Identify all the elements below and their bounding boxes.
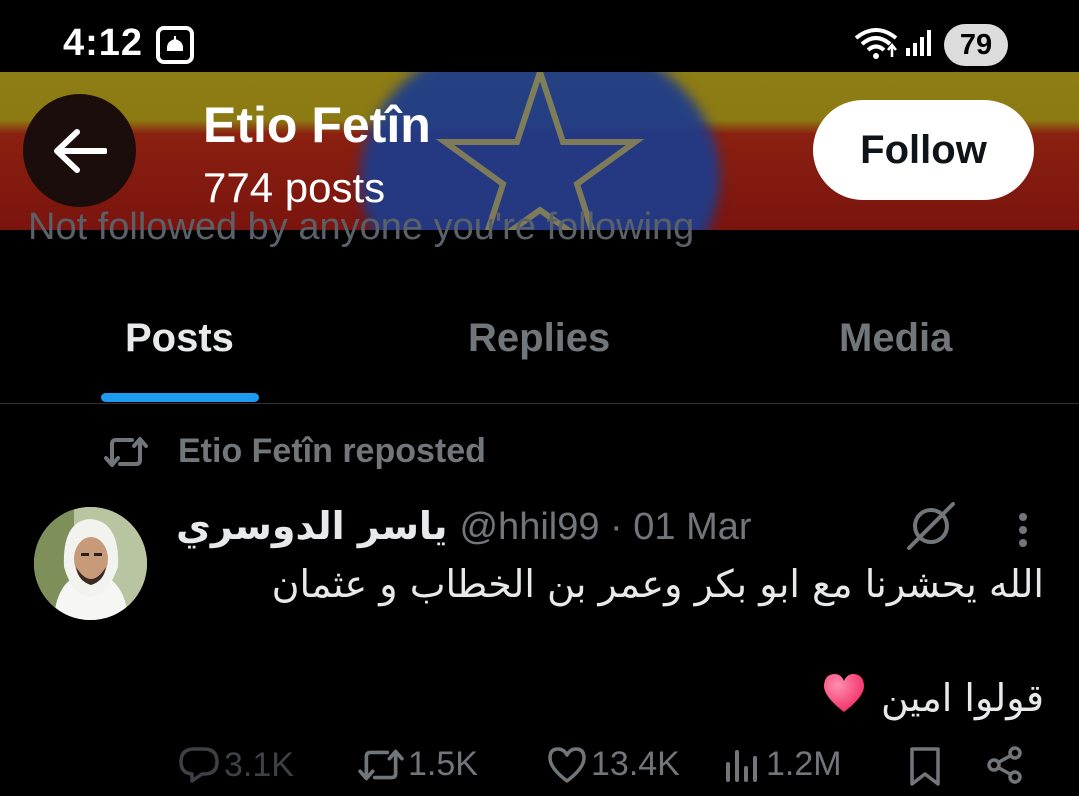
profile-tabs: Posts Replies Media bbox=[0, 290, 1079, 404]
repost-label: Etio Fetîn reposted bbox=[178, 432, 486, 470]
views-button[interactable]: 1.2M bbox=[724, 745, 842, 784]
active-tab-indicator bbox=[101, 393, 259, 402]
notification-app-icon bbox=[156, 26, 194, 64]
repost-context: Etio Fetîn reposted bbox=[104, 432, 486, 471]
more-icon[interactable] bbox=[1017, 512, 1029, 553]
like-icon bbox=[548, 746, 586, 783]
grok-icon[interactable] bbox=[905, 500, 957, 557]
bookmark-button[interactable] bbox=[908, 745, 942, 787]
followers-you-know-text: Not followed by anyone you're following bbox=[28, 206, 695, 248]
views-count: 1.2M bbox=[766, 745, 842, 783]
reply-icon bbox=[179, 747, 219, 783]
author-handle-date[interactable]: @hhil99 · 01 Mar bbox=[459, 506, 751, 549]
cellular-signal-icon bbox=[905, 28, 935, 63]
reply-count: 3.1K bbox=[224, 745, 294, 784]
reply-button[interactable]: 3.1K bbox=[178, 745, 294, 785]
wifi-icon bbox=[852, 26, 900, 67]
tab-posts[interactable]: Posts bbox=[125, 316, 234, 361]
post-text-line-2: قولوا امين bbox=[821, 672, 1044, 723]
back-button[interactable] bbox=[23, 94, 136, 207]
status-time: 4:12 bbox=[63, 22, 144, 64]
repost-icon bbox=[104, 436, 148, 467]
views-icon bbox=[726, 749, 757, 782]
share-icon bbox=[987, 746, 1022, 784]
back-arrow-icon bbox=[53, 128, 107, 173]
tab-media[interactable]: Media bbox=[839, 316, 952, 361]
follow-button[interactable]: Follow bbox=[813, 100, 1034, 200]
post-text-line-2-words: قولوا امين bbox=[881, 675, 1044, 720]
repost-count: 1.5K bbox=[408, 745, 478, 783]
profile-name: Etio Fetîn bbox=[203, 97, 431, 153]
post-text-line-1: الله يحشرنا مع ابو بكر وعمر بن الخطاب و … bbox=[271, 562, 1044, 606]
profile-post-count: 774 posts bbox=[203, 164, 386, 211]
status-bar: 4:12 79 bbox=[0, 0, 1079, 72]
repost-icon bbox=[358, 749, 404, 780]
avatar[interactable] bbox=[34, 507, 147, 620]
post-action-bar: 3.1K 1.5K 13.4K 1.2M bbox=[0, 745, 1079, 796]
tab-replies[interactable]: Replies bbox=[468, 316, 610, 361]
bookmark-icon bbox=[910, 747, 940, 786]
red-heart-emoji-icon bbox=[821, 672, 867, 723]
battery-indicator: 79 bbox=[944, 24, 1008, 66]
like-button[interactable]: 13.4K bbox=[547, 745, 680, 784]
repost-button[interactable]: 1.5K bbox=[358, 745, 478, 784]
like-count: 13.4K bbox=[591, 745, 680, 783]
author-name[interactable]: ياسر الدوسري bbox=[176, 504, 447, 548]
share-button[interactable] bbox=[985, 745, 1025, 785]
post-header: ياسر الدوسري @hhil99 · 01 Mar bbox=[176, 504, 752, 549]
